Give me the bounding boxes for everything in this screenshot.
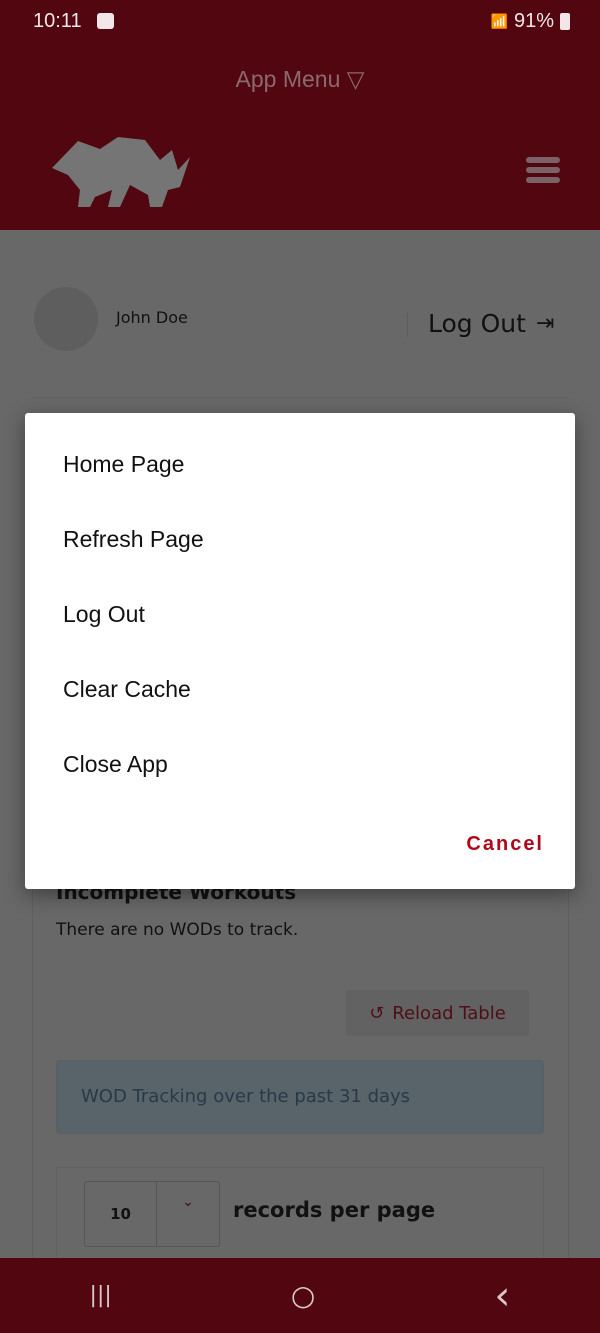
rhino-logo-icon <box>52 137 190 207</box>
hamburger-menu-icon[interactable] <box>526 157 560 187</box>
back-button[interactable]: ‹ <box>494 1273 510 1319</box>
menu-item-home-page[interactable]: Home Page <box>63 451 184 478</box>
cancel-button[interactable]: Cancel <box>466 833 544 856</box>
reload-label: Reload Table <box>392 1002 506 1024</box>
app-header: 10:11 📶 91% App Menu ▽ <box>0 0 600 230</box>
records-value: 10 <box>85 1182 157 1246</box>
menu-item-clear-cache[interactable]: Clear Cache <box>63 676 191 703</box>
divider <box>32 397 568 398</box>
app-menu-toggle[interactable]: App Menu ▽ <box>0 66 600 93</box>
wifi-icon: 📶 <box>490 13 508 29</box>
reload-table-button[interactable]: ↺ Reload Table <box>346 990 529 1036</box>
user-name: John Doe <box>116 308 188 327</box>
records-per-page-select[interactable]: 10 ⌄ <box>84 1181 220 1247</box>
logout-label: Log Out <box>428 309 526 338</box>
no-wods-text: There are no WODs to track. <box>56 920 299 940</box>
menu-item-refresh-page[interactable]: Refresh Page <box>63 526 204 553</box>
home-button[interactable]: ○ <box>291 1279 315 1312</box>
logout-icon: ⇥ <box>535 311 555 336</box>
battery-icon <box>560 13 570 30</box>
divider <box>407 313 408 337</box>
logout-button[interactable]: Log Out ⇥ <box>428 309 554 338</box>
records-per-page-label: records per page <box>233 1198 436 1222</box>
wod-tracking-alert: WOD Tracking over the past 31 days <box>56 1060 544 1134</box>
menu-item-log-out[interactable]: Log Out <box>63 601 145 628</box>
status-time: 10:11 <box>33 10 82 32</box>
android-nav-bar: ||| ○ ‹ <box>0 1258 600 1333</box>
status-icons: 📶 91% <box>491 10 570 33</box>
chevron-down-icon: ⌄ <box>182 1194 194 1210</box>
menu-item-close-app[interactable]: Close App <box>63 751 168 778</box>
gallery-notification-icon <box>97 13 114 29</box>
app-menu-dialog: Home Page Refresh Page Log Out Clear Cac… <box>25 413 575 889</box>
reload-icon: ↺ <box>369 1002 385 1024</box>
recent-apps-button[interactable]: ||| <box>90 1283 112 1308</box>
avatar <box>34 287 98 351</box>
battery-percent: 91% <box>513 10 554 32</box>
